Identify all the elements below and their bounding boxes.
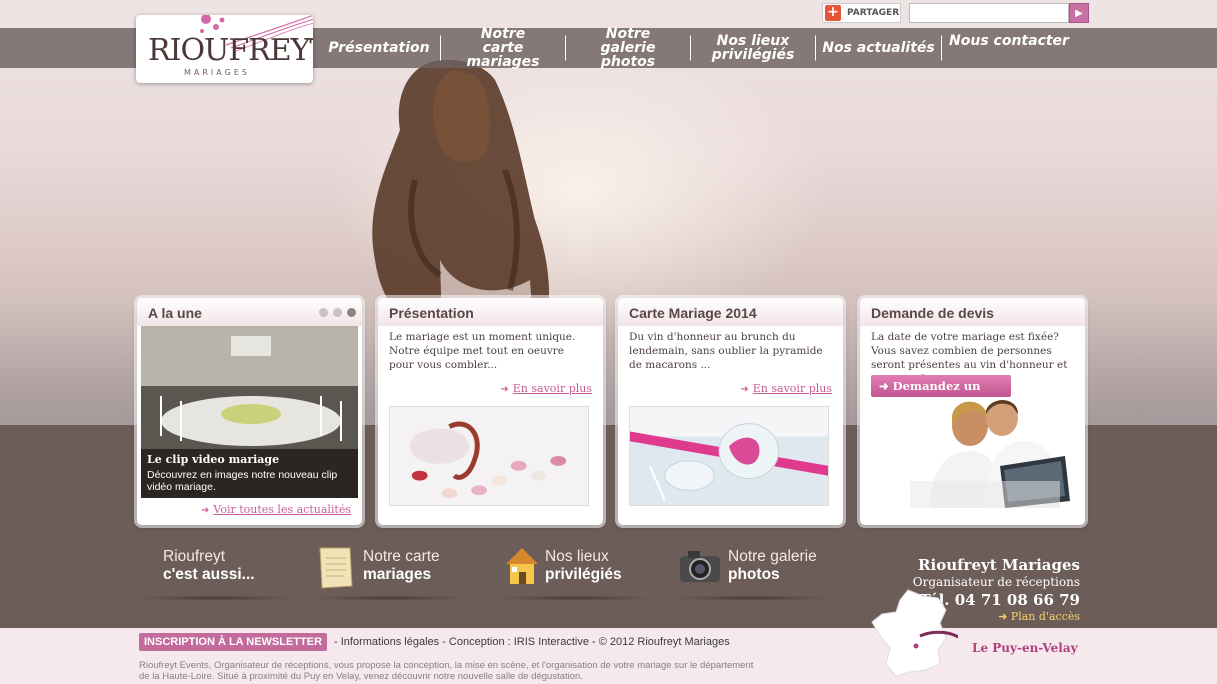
arrow-right-icon: ➜	[879, 379, 893, 393]
link-galerie-line1: Notre galerie	[728, 548, 817, 565]
arrow-right-icon: ➜	[201, 505, 210, 516]
nav-actualites[interactable]: Nos actualités	[816, 28, 942, 68]
contact-subtitle: Organisateur de réceptions	[912, 575, 1080, 589]
logo-subtitle: MARIAGES	[184, 68, 250, 77]
card-devis: Demande de devis La date de votre mariag…	[860, 298, 1085, 525]
presentation-more-link[interactable]: ➜ En savoir plus	[500, 382, 592, 395]
link-carte-line2: mariages	[363, 566, 432, 583]
nav-contact[interactable]: Nous contacter	[942, 28, 1076, 68]
link-lieux-line1: Nos lieux	[545, 548, 609, 565]
share-button[interactable]: + PARTAGER	[822, 3, 901, 23]
slider-dot-1[interactable]	[319, 308, 328, 317]
news-caption-text: Découvrez en images notre nouveau clip v…	[147, 469, 338, 493]
slider-dot-3[interactable]	[347, 308, 356, 317]
link-galerie-photos[interactable]: Notre galerie photos	[728, 548, 817, 584]
footer-links[interactable]: - Informations légales - Conception : IR…	[334, 636, 730, 648]
carte-more-link[interactable]: ➜ En savoir plus	[740, 382, 832, 395]
row-shadow	[135, 595, 295, 601]
dragees-photo[interactable]	[389, 406, 589, 506]
request-quote-button[interactable]: ➜ Demandez un devis	[871, 375, 1011, 415]
table-decor-photo[interactable]	[629, 406, 829, 506]
search-input[interactable]	[909, 3, 1069, 23]
link-carte-mariages[interactable]: Notre carte mariages	[363, 548, 440, 584]
map-link-label: Plan d'accès	[1010, 610, 1080, 623]
slider-dots	[319, 308, 356, 317]
all-news-link-label: Voir toutes les actualités	[213, 503, 351, 516]
card-presentation: Présentation Le mariage est un moment un…	[378, 298, 603, 525]
main-nav: Présentation Notre carte mariages Notre …	[318, 27, 1076, 69]
card-carte-text: Du vin d'honneur au brunch du lendemain,…	[629, 331, 823, 371]
newsletter-signup-button[interactable]: INSCRIPTION À LA NEWSLETTER	[139, 633, 328, 651]
arrow-right-icon: ➜	[740, 384, 749, 395]
site-logo[interactable]: RIOUFREYT MARIAGES	[136, 15, 313, 83]
nav-galerie-photos[interactable]: Notre galerie photos	[566, 27, 691, 69]
rioufreyt-aussi-line2: c'est aussi...	[163, 566, 255, 583]
card-carte-title: Carte Mariage 2014	[618, 298, 843, 326]
footer-description: Rioufreyt Events, Organisateur de récept…	[139, 660, 754, 682]
card-carte-mariage: Carte Mariage 2014 Du vin d'honneur au b…	[618, 298, 843, 525]
card-devis-title: Demande de devis	[860, 298, 1085, 326]
arrow-right-icon: ➜	[998, 610, 1011, 623]
share-label: PARTAGER	[847, 8, 900, 18]
logo-text: RIOUFREYT	[148, 33, 313, 68]
presentation-more-label: En savoir plus	[512, 382, 592, 395]
nav-lieux-privilegies[interactable]: Nos lieux privilégiés	[691, 28, 816, 68]
row-shadow	[672, 595, 832, 601]
scroll-menu-icon	[319, 547, 353, 589]
arrow-right-icon: ➜	[500, 384, 509, 395]
link-lieux-privilegies[interactable]: Nos lieux privilégiés	[545, 548, 622, 584]
contact-name: Rioufreyt Mariages	[918, 556, 1080, 574]
all-news-link[interactable]: ➜ Voir toutes les actualités	[201, 503, 351, 516]
link-carte-line1: Notre carte	[363, 548, 440, 565]
plus-icon: +	[825, 5, 841, 21]
row-shadow	[495, 595, 655, 601]
rioufreyt-aussi-line1: Rioufreyt	[163, 548, 226, 565]
arrow-right-icon: ▶	[1075, 8, 1083, 19]
news-caption[interactable]: Le clip video mariage Découvrez en image…	[141, 449, 358, 498]
card-news: A la une Le clip video mariage Découvrez…	[137, 298, 362, 525]
city-label: Le Puy-en-Velay	[972, 641, 1078, 655]
search-submit-button[interactable]: ▶	[1069, 3, 1089, 23]
row-shadow	[310, 595, 470, 601]
nav-carte-mariages[interactable]: Notre carte mariages	[441, 27, 566, 69]
card-presentation-text: Le mariage est un moment unique. Notre é…	[389, 331, 576, 371]
rioufreyt-aussi: Rioufreyt c'est aussi...	[163, 548, 255, 584]
house-icon	[506, 548, 538, 584]
france-map-icon[interactable]	[868, 588, 958, 678]
card-presentation-title: Présentation	[378, 298, 603, 326]
couple-laptop-photo	[910, 400, 1070, 508]
news-caption-title: Le clip video mariage	[147, 453, 280, 466]
nav-presentation[interactable]: Présentation	[318, 28, 441, 68]
carte-more-label: En savoir plus	[752, 382, 832, 395]
link-galerie-line2: photos	[728, 566, 780, 583]
slider-dot-2[interactable]	[333, 308, 342, 317]
camera-icon	[680, 551, 720, 582]
link-lieux-line2: privilégiés	[545, 566, 622, 583]
